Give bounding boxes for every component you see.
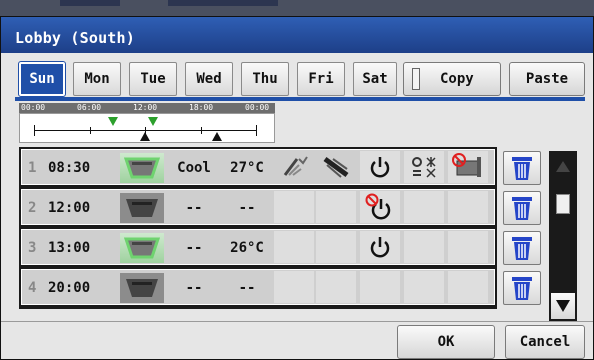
timeline-on-marker: [148, 117, 158, 126]
row-temp: 27°C: [230, 160, 264, 176]
timeline-label: 00:00: [21, 103, 46, 112]
background-strip: [0, 0, 594, 16]
trash-icon: [512, 237, 532, 260]
remote-prohibit-icon: [448, 151, 488, 183]
row-temp: --: [238, 200, 256, 216]
empty-cell: [316, 191, 356, 223]
dialog-title: Lobby (South): [1, 17, 593, 53]
power-icon: [360, 231, 400, 263]
scroll-thumb[interactable]: [556, 194, 570, 214]
empty-cell: [448, 271, 488, 303]
timeline-tick: [256, 125, 257, 136]
timeline-label: 06:00: [77, 103, 102, 112]
day-timeline: 00:00 06:00 12:00 18:00 00:00: [19, 103, 275, 145]
background-seg: [60, 0, 120, 6]
tab-tue[interactable]: Tue: [129, 62, 177, 96]
schedule-dialog: Lobby (South) Sun Mon Tue Wed Thu Fri Sa…: [0, 16, 594, 360]
tab-mon[interactable]: Mon: [73, 62, 121, 96]
copy-button[interactable]: Copy: [403, 62, 501, 96]
unit-on-icon: [120, 153, 164, 183]
row-temp: --: [238, 280, 256, 296]
tab-underline: [15, 97, 585, 101]
timeline-tick: [90, 127, 91, 134]
row-number: 3: [28, 240, 37, 256]
fan-speed-icon: [274, 151, 314, 183]
tab-fri[interactable]: Fri: [297, 62, 345, 96]
delete-row-2-button[interactable]: [503, 191, 541, 225]
empty-cell: [404, 191, 444, 223]
tab-sat[interactable]: Sat: [353, 62, 397, 96]
unit-on-icon: [120, 233, 164, 263]
row-time: 08:30: [48, 160, 91, 176]
schedule-scrollbar[interactable]: [549, 151, 577, 321]
empty-cell: [274, 191, 314, 223]
row-time: 13:00: [48, 240, 91, 256]
timeline-off-marker: [212, 132, 222, 141]
empty-cell: [448, 231, 488, 263]
scroll-up-icon: [556, 161, 570, 172]
schedule-row-4[interactable]: 4 20:00 -- --: [21, 269, 495, 305]
row-mode: Cool: [177, 160, 211, 176]
copy-label: Copy: [440, 71, 474, 87]
power-icon: [360, 151, 400, 183]
empty-cell: [316, 231, 356, 263]
background-seg: [168, 0, 278, 6]
row-number: 4: [28, 280, 37, 296]
row-time: 20:00: [48, 280, 91, 296]
row-temp: 26°C: [230, 240, 264, 256]
paste-button[interactable]: Paste: [509, 62, 585, 96]
row-number: 2: [28, 200, 37, 216]
local-operation-icon: [404, 151, 444, 183]
timeline-label: 12:00: [133, 103, 158, 112]
trash-icon: [512, 277, 532, 300]
schedule-row-2[interactable]: 2 12:00 -- --: [21, 189, 495, 225]
empty-cell: [274, 231, 314, 263]
timeline-tick: [201, 127, 202, 134]
tab-thu[interactable]: Thu: [241, 62, 289, 96]
scroll-up-button[interactable]: [551, 153, 575, 179]
row-mode: --: [185, 240, 203, 256]
timeline-off-marker: [140, 132, 150, 141]
delete-row-1-button[interactable]: [503, 151, 541, 185]
empty-cell: [448, 191, 488, 223]
timeline-hour-labels: 00:00 06:00 12:00 18:00 00:00: [19, 103, 275, 113]
timeline-label: 00:00: [245, 103, 270, 112]
empty-cell: [274, 271, 314, 303]
empty-cell: [360, 271, 400, 303]
trash-icon: [512, 157, 532, 180]
footer-divider: [1, 321, 593, 322]
unit-off-icon: [120, 193, 164, 223]
copy-indicator-icon: [412, 68, 420, 90]
empty-cell: [404, 271, 444, 303]
cancel-button[interactable]: Cancel: [505, 325, 585, 359]
schedule-list: 1 08:30 Cool 27°C 2 12:00 -- -- 3 13:00 …: [19, 147, 497, 309]
timeline-on-marker: [108, 117, 118, 126]
row-time: 12:00: [48, 200, 91, 216]
timeline-track: [19, 113, 275, 143]
delete-row-3-button[interactable]: [503, 231, 541, 265]
scroll-down-button[interactable]: [551, 293, 575, 319]
row-number: 1: [28, 160, 37, 176]
unit-off-icon: [120, 273, 164, 303]
air-direction-icon: [316, 151, 356, 183]
row-mode: --: [185, 280, 203, 296]
timeline-tick: [34, 125, 35, 136]
schedule-row-1[interactable]: 1 08:30 Cool 27°C: [21, 149, 495, 185]
tab-sun[interactable]: Sun: [18, 61, 66, 97]
scroll-down-icon: [556, 300, 570, 312]
timeline-label: 18:00: [189, 103, 214, 112]
delete-row-4-button[interactable]: [503, 271, 541, 305]
tab-wed[interactable]: Wed: [185, 62, 233, 96]
schedule-row-3[interactable]: 3 13:00 -- 26°C: [21, 229, 495, 265]
ok-button[interactable]: OK: [397, 325, 495, 359]
power-prohibited-icon: [360, 191, 400, 223]
row-mode: --: [185, 200, 203, 216]
empty-cell: [404, 231, 444, 263]
empty-cell: [316, 271, 356, 303]
trash-icon: [512, 197, 532, 220]
